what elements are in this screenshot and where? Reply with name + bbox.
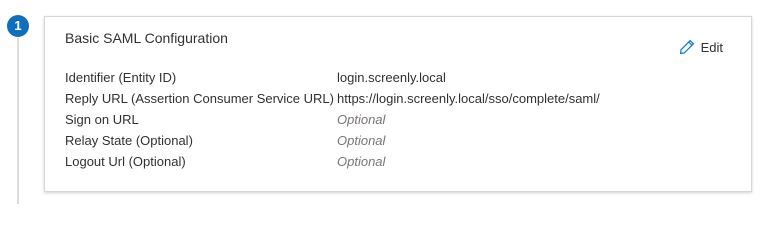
row-label: Identifier (Entity ID) bbox=[65, 70, 177, 85]
config-row-identifier: Identifier (Entity ID) login.screenly.lo… bbox=[65, 67, 600, 88]
config-rows: Identifier (Entity ID) login.screenly.lo… bbox=[65, 67, 600, 172]
card-title: Basic SAML Configuration bbox=[65, 30, 228, 46]
row-label: Relay State (Optional) bbox=[65, 133, 193, 148]
row-label: Logout Url (Optional) bbox=[65, 154, 186, 169]
row-label: Reply URL (Assertion Consumer Service UR… bbox=[65, 91, 334, 106]
config-row-relay-state: Relay State (Optional) Optional bbox=[65, 130, 600, 151]
row-value: https://login.screenly.local/sso/complet… bbox=[337, 91, 600, 106]
edit-button[interactable]: Edit bbox=[679, 39, 723, 55]
config-row-reply-url: Reply URL (Assertion Consumer Service UR… bbox=[65, 88, 600, 109]
row-value: login.screenly.local bbox=[337, 70, 446, 85]
row-label: Sign on URL bbox=[65, 112, 139, 127]
row-value-placeholder: Optional bbox=[337, 133, 386, 148]
step-connector-line bbox=[17, 38, 19, 204]
config-row-sign-on-url: Sign on URL Optional bbox=[65, 109, 600, 130]
config-row-logout-url: Logout Url (Optional) Optional bbox=[65, 151, 600, 172]
row-value-placeholder: Optional bbox=[337, 112, 386, 127]
pencil-icon bbox=[679, 39, 695, 55]
saml-config-section: 1 Basic SAML Configuration Edit Identifi… bbox=[0, 0, 771, 204]
step-number-badge: 1 bbox=[7, 15, 29, 37]
basic-saml-configuration-card: Basic SAML Configuration Edit Identifier… bbox=[44, 16, 752, 192]
edit-label: Edit bbox=[700, 39, 723, 55]
row-value-placeholder: Optional bbox=[337, 154, 386, 169]
